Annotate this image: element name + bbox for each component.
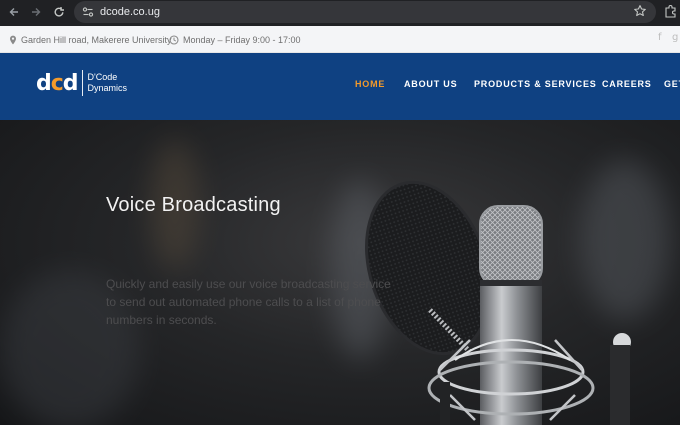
extensions-icon[interactable]: [664, 4, 678, 18]
browser-toolbar: dcode.co.ug: [0, 0, 680, 26]
star-icon[interactable]: [633, 4, 647, 18]
hero-title: Voice Broadcasting: [106, 194, 281, 216]
address-bar[interactable]: dcode.co.ug: [74, 1, 656, 23]
nav-home[interactable]: HOME: [355, 78, 385, 90]
forward-icon[interactable]: [28, 4, 44, 20]
nav-get[interactable]: GET: [664, 78, 680, 90]
nav-about-us[interactable]: ABOUT US: [404, 78, 457, 90]
address-info: Garden Hill road, Makerere University: [9, 34, 172, 46]
info-bar: Garden Hill road, Makerere University Mo…: [0, 26, 680, 53]
url-text: dcode.co.ug: [100, 6, 160, 18]
map-pin-icon: [10, 35, 16, 45]
clock-icon: [169, 35, 179, 45]
site-header: dcd D'Code Dynamics HOME ABOUT US PRODUC…: [0, 53, 680, 120]
back-icon[interactable]: [6, 4, 22, 20]
google-icon[interactable]: g: [672, 32, 678, 43]
reload-icon[interactable]: [51, 4, 67, 20]
nav-careers[interactable]: CAREERS: [602, 78, 652, 90]
microphone-image: [364, 180, 631, 425]
nav-products-services[interactable]: PRODUCTS & SERVICES: [474, 78, 597, 90]
hero-banner: Voice Broadcasting Quickly and easily us…: [0, 120, 680, 425]
hours-info: Monday – Friday 9:00 - 17:00: [169, 34, 301, 46]
facebook-icon[interactable]: f: [658, 32, 662, 43]
main-nav: HOME ABOUT US PRODUCTS & SERVICES CAREER…: [0, 78, 680, 92]
hero-description: Quickly and easily use our voice broadca…: [106, 277, 391, 327]
site-info-icon[interactable]: [81, 5, 95, 19]
hours-text: Monday – Friday 9:00 - 17:00: [183, 35, 301, 45]
address-text: Garden Hill road, Makerere University: [21, 35, 172, 45]
